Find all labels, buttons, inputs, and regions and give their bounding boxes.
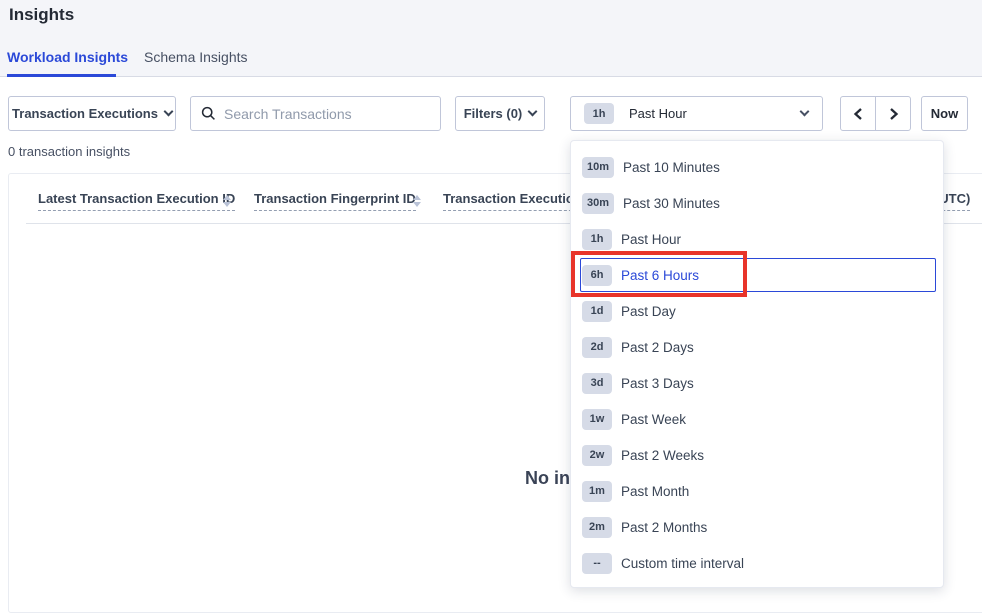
time-option-badge: 6h	[582, 265, 612, 286]
column-header-transaction-fingerprint-id[interactable]: Transaction Fingerprint ID	[254, 191, 416, 211]
time-option-badge: 1h	[582, 229, 612, 250]
time-option-label: Past 2 Months	[621, 520, 707, 535]
chevron-down-icon	[800, 107, 810, 117]
time-option-badge: 10m	[582, 157, 614, 178]
time-option-label: Past Hour	[621, 232, 681, 247]
time-option-past-10-minutes[interactable]: 10m Past 10 Minutes	[571, 149, 943, 185]
time-option-label: Past 2 Weeks	[621, 448, 704, 463]
sort-icon[interactable]	[413, 195, 421, 207]
search-box[interactable]	[190, 96, 441, 131]
page-header: Insights Workload Insights Schema Insigh…	[0, 0, 982, 77]
time-option-label: Past 2 Days	[621, 340, 694, 355]
time-option-label: Custom time interval	[621, 556, 744, 571]
time-option-custom-time-interval[interactable]: -- Custom time interval	[571, 545, 943, 581]
time-option-badge: 2w	[582, 445, 612, 466]
previous-interval-button[interactable]	[841, 97, 876, 130]
results-count: 0 transaction insights	[8, 144, 130, 159]
time-option-past-day[interactable]: 1d Past Day	[571, 293, 943, 329]
column-header-transaction-execution[interactable]: Transaction Execution	[443, 191, 582, 211]
time-option-badge: 2m	[582, 517, 612, 538]
time-option-badge: 1m	[582, 481, 612, 502]
time-option-label: Past Month	[621, 484, 689, 499]
sort-icon[interactable]	[223, 195, 231, 207]
time-option-past-30-minutes[interactable]: 30m Past 30 Minutes	[571, 185, 943, 221]
time-option-badge: 30m	[582, 193, 614, 214]
time-option-badge: --	[582, 553, 612, 574]
time-option-past-month[interactable]: 1m Past Month	[571, 473, 943, 509]
time-option-label: Past 6 Hours	[621, 268, 699, 283]
time-option-badge: 1d	[582, 301, 612, 322]
time-option-past-week[interactable]: 1w Past Week	[571, 401, 943, 437]
time-option-label: Past 3 Days	[621, 376, 694, 391]
time-option-past-2-weeks[interactable]: 2w Past 2 Weeks	[571, 437, 943, 473]
tab-schema-insights[interactable]: Schema Insights	[144, 49, 248, 65]
time-option-label: Past 30 Minutes	[623, 196, 720, 211]
entity-select-dropdown[interactable]: Transaction Executions	[8, 96, 176, 131]
time-option-past-3-days[interactable]: 3d Past 3 Days	[571, 365, 943, 401]
column-header-latest-transaction-execution-id[interactable]: Latest Transaction Execution ID	[38, 191, 235, 211]
active-tab-underline	[7, 74, 116, 77]
time-option-label: Past Week	[621, 412, 686, 427]
time-option-past-6-hours[interactable]: 6h Past 6 Hours	[580, 258, 936, 292]
time-option-past-2-months[interactable]: 2m Past 2 Months	[571, 509, 943, 545]
time-option-badge: 1w	[582, 409, 612, 430]
time-option-label: Past 10 Minutes	[623, 160, 720, 175]
time-option-past-2-days[interactable]: 2d Past 2 Days	[571, 329, 943, 365]
time-range-dropdown-menu: 10m Past 10 Minutes 30m Past 30 Minutes …	[570, 140, 944, 588]
entity-select-label: Transaction Executions	[12, 106, 158, 121]
chevron-left-icon	[853, 107, 864, 121]
chevron-down-icon	[528, 107, 538, 117]
filters-label: Filters (0)	[464, 106, 523, 121]
time-option-label: Past Day	[621, 304, 676, 319]
time-pager	[840, 96, 911, 131]
now-button[interactable]: Now	[921, 96, 968, 131]
tab-workload-insights[interactable]: Workload Insights	[7, 49, 128, 65]
time-range-picker[interactable]: 1h Past Hour	[570, 96, 823, 131]
time-range-badge: 1h	[584, 103, 614, 124]
next-interval-button[interactable]	[876, 97, 910, 130]
page-title: Insights	[9, 5, 74, 25]
search-input[interactable]	[224, 106, 430, 122]
time-option-badge: 2d	[582, 337, 612, 358]
time-option-badge: 3d	[582, 373, 612, 394]
filters-button[interactable]: Filters (0)	[455, 96, 545, 131]
chevron-down-icon	[164, 107, 174, 117]
search-icon	[201, 106, 216, 121]
chevron-right-icon	[888, 107, 899, 121]
time-range-label: Past Hour	[629, 106, 687, 121]
time-option-past-hour[interactable]: 1h Past Hour	[571, 221, 943, 257]
